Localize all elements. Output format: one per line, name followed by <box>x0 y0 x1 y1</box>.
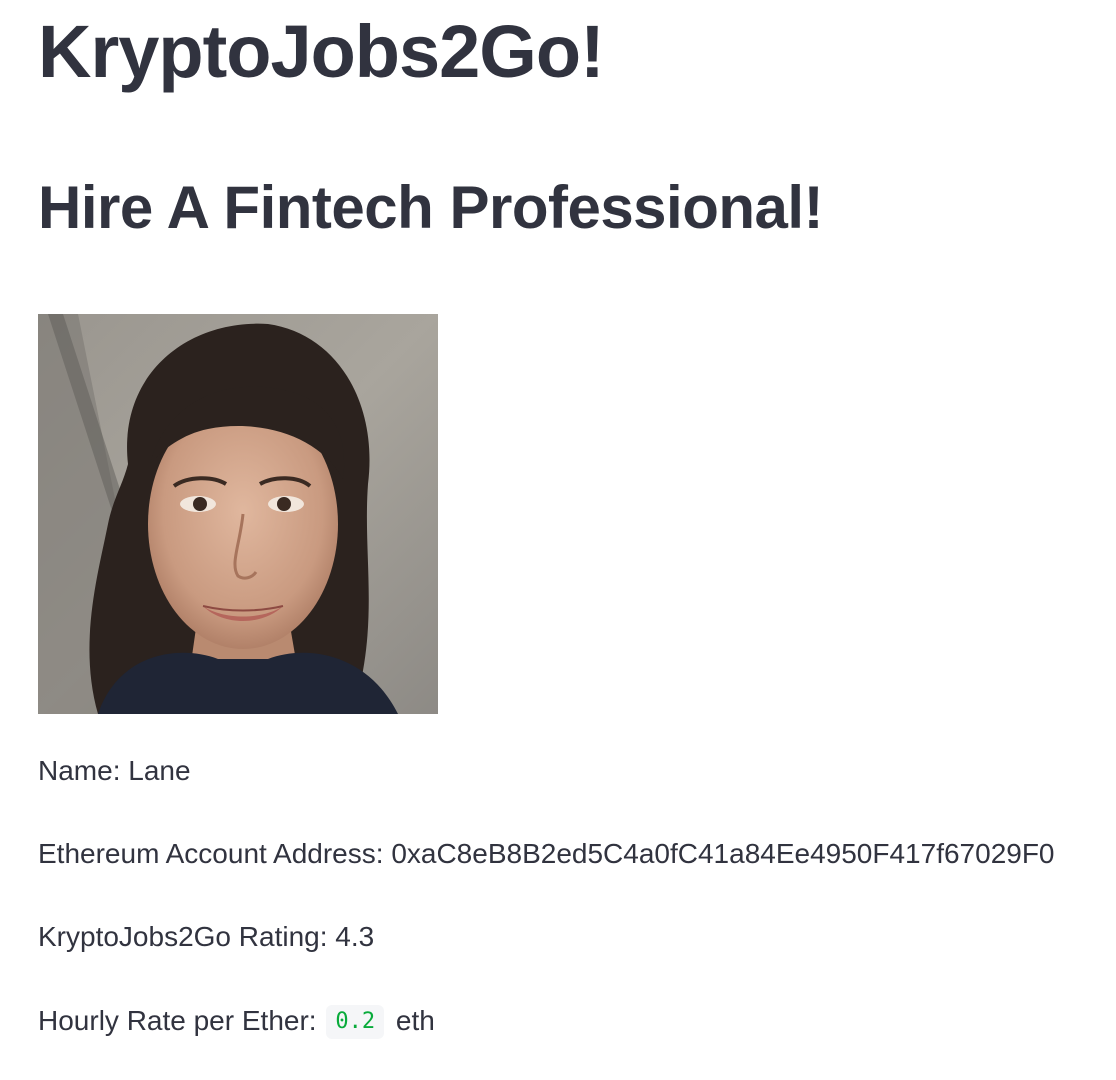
candidate-rating: 4.3 <box>335 921 375 952</box>
candidate-name: Lane <box>128 755 191 786</box>
candidate-address-line: Ethereum Account Address: 0xaC8eB8B2ed5C… <box>38 836 1055 872</box>
candidate-rate-line: Hourly Rate per Ether: 0.2 eth <box>38 1003 435 1039</box>
candidate-address: 0xaC8eB8B2ed5C4a0fC41a84Ee4950F417f67029… <box>391 838 1055 869</box>
candidate-name-line: Name: Lane <box>38 753 191 789</box>
rating-label: KryptoJobs2Go Rating: <box>38 921 336 952</box>
page-title: KryptoJobs2Go! <box>38 10 605 93</box>
rate-label: Hourly Rate per Ether: <box>38 1005 325 1036</box>
page-subtitle: Hire A Fintech Professional! <box>38 174 824 241</box>
name-label: Name: <box>38 755 129 786</box>
candidate-photo <box>38 314 438 714</box>
rate-unit: eth <box>388 1005 435 1036</box>
address-label: Ethereum Account Address: <box>38 838 392 869</box>
candidate-rating-line: KryptoJobs2Go Rating: 4.3 <box>38 919 374 955</box>
candidate-rate-code: 0.2 <box>326 1005 385 1039</box>
